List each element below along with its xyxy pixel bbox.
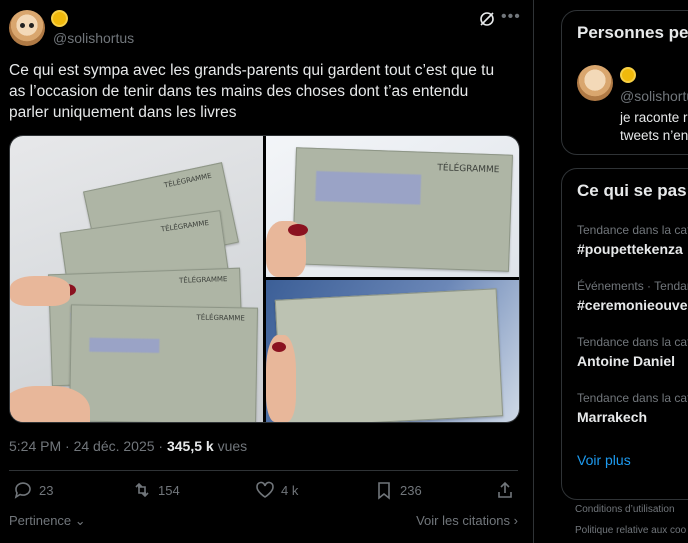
right-sidebar: Personnes pe @solishortu je raconte r tw… <box>534 0 688 543</box>
sun-emoji-icon <box>53 12 66 25</box>
show-more-link[interactable]: Voir plus <box>577 452 631 468</box>
trend-item[interactable]: Tendance dans la cat Antoine Daniel <box>577 335 688 369</box>
post-text: Ce qui est sympa avec les grands-parents… <box>9 62 495 121</box>
trend-name: #poupettekenza <box>577 241 683 257</box>
photo-telegram-front[interactable]: TÉLÉGRAMME <box>266 136 519 277</box>
trend-name: #ceremonieouver <box>577 297 688 313</box>
telegram-label: TÉLÉGRAMME <box>178 275 228 285</box>
person-avatar[interactable] <box>577 65 613 101</box>
footer-link-terms[interactable]: Conditions d’utilisation <box>575 504 675 515</box>
post-meta: 5:24 PM · 24 déc. 2025 · 345,5 k vues <box>9 438 247 454</box>
trend-context: Tendance dans la cat <box>577 391 688 405</box>
heart-icon <box>256 481 274 498</box>
redacted-block <box>315 170 422 205</box>
relevant-people-card: Personnes pe @solishortu je raconte r tw… <box>561 10 688 155</box>
trends-card: Ce qui se pas Tendance dans la cat #poup… <box>561 168 688 500</box>
trend-name: Antoine Daniel <box>577 353 676 369</box>
card-title: Personnes pe <box>577 23 688 42</box>
bio-line: tweets n’en <box>620 128 688 143</box>
view-quotes-link[interactable]: Voir les citations › <box>416 513 518 528</box>
share-icon <box>498 481 512 498</box>
photo-telegrams-stack[interactable]: TÉLÉGRAMME TÉLÉGRAMME TÉLÉGRAMME TÉLÉGRA… <box>10 136 263 422</box>
more-options-icon[interactable]: ••• <box>501 8 521 26</box>
repost-icon <box>135 482 149 498</box>
footer-link-cookies[interactable]: Politique relative aux coo <box>575 525 686 536</box>
hand <box>10 386 90 422</box>
hand <box>10 276 70 306</box>
card-title: Ce qui se pas <box>577 181 687 200</box>
chevron-right-icon: › <box>513 513 518 528</box>
post-timestamp[interactable]: 5:24 PM · 24 déc. 2025 · <box>9 438 163 454</box>
author-handle[interactable]: @solishortus <box>53 30 134 46</box>
telegram-label: TÉLÉGRAMME <box>163 171 213 190</box>
telegram-label: TÉLÉGRAMME <box>437 163 500 176</box>
views-label: vues <box>217 438 248 454</box>
telegram-label: TÉLÉGRAMME <box>160 218 210 234</box>
person-handle[interactable]: @solishortu <box>620 88 688 104</box>
fingernail <box>288 224 308 236</box>
repost-button[interactable]: 154 <box>132 480 180 500</box>
reply-count: 23 <box>39 482 54 498</box>
chevron-down-icon: ⌄ <box>74 513 86 528</box>
telegram-message <box>274 288 504 422</box>
trend-item[interactable]: Tendance dans la cat #poupettekenza <box>577 223 688 257</box>
trend-item[interactable]: Événements · Tendan #ceremonieouver <box>577 279 688 313</box>
telegram-envelope: TÉLÉGRAMME <box>292 147 513 272</box>
person-bio: je raconte r tweets n’en <box>620 109 688 145</box>
post-actions: 23 154 4 k 236 <box>0 480 533 506</box>
reply-icon <box>14 482 31 499</box>
grok-icon[interactable] <box>479 11 495 27</box>
share-button[interactable] <box>495 480 515 500</box>
like-count: 4 k <box>281 482 299 498</box>
sort-label: Pertinence <box>9 513 72 528</box>
bookmark-icon <box>378 482 390 500</box>
sort-dropdown[interactable]: Pertinence ⌄ <box>9 513 86 529</box>
divider <box>9 470 518 471</box>
bookmark-button[interactable]: 236 <box>374 480 422 500</box>
post-column: @solishortus ••• Ce qui est sympa avec l… <box>0 0 534 543</box>
trend-name: Marrakech <box>577 409 648 425</box>
bookmark-count: 236 <box>400 482 422 498</box>
repost-count: 154 <box>158 482 180 498</box>
trend-context: Événements · Tendan <box>577 279 688 293</box>
view-count: 345,5 k <box>166 438 214 454</box>
trend-context: Tendance dans la cat <box>577 335 688 349</box>
photo-telegram-open[interactable] <box>266 280 519 422</box>
quotes-label: Voir les citations <box>416 513 511 528</box>
redacted-block <box>89 337 160 353</box>
avatar-eye-right <box>29 23 34 28</box>
trend-item[interactable]: Tendance dans la cat Marrakech <box>577 391 688 425</box>
reply-button[interactable]: 23 <box>13 480 53 500</box>
like-button[interactable]: 4 k <box>255 480 298 500</box>
author-avatar[interactable] <box>9 10 45 46</box>
bio-line: je raconte r <box>620 110 688 125</box>
telegram-label: TÉLÉGRAMME <box>196 313 245 323</box>
telegram-envelope: TÉLÉGRAMME <box>68 304 259 422</box>
trend-context: Tendance dans la cat <box>577 223 688 237</box>
sun-emoji-icon <box>622 69 634 81</box>
avatar-eye-left <box>20 23 25 28</box>
fingernail <box>272 342 286 352</box>
post-media-grid: TÉLÉGRAMME TÉLÉGRAMME TÉLÉGRAMME TÉLÉGRA… <box>9 135 520 423</box>
